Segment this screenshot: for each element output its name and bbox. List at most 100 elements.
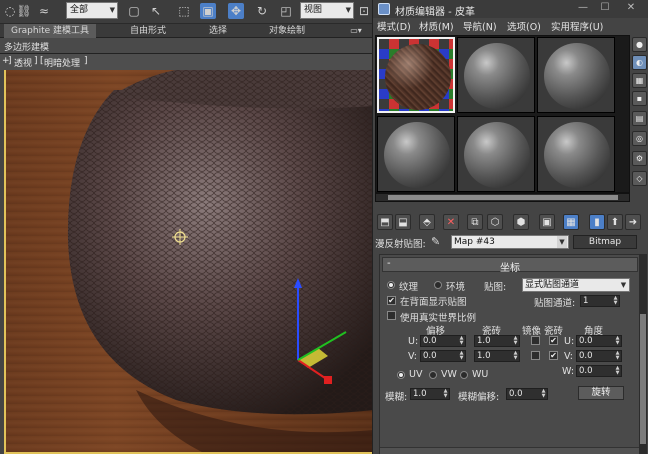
- u-mirror-checkbox[interactable]: [531, 336, 540, 345]
- spinner-arrows-icon[interactable]: ▲ ▼: [512, 336, 519, 346]
- u-offset-spinner[interactable]: 0.0 ▲ ▼: [420, 335, 466, 347]
- u-tiling-spinner[interactable]: 1.0 ▲ ▼: [474, 335, 520, 347]
- sample-slot-6[interactable]: [537, 116, 615, 192]
- put-to-library-icon[interactable]: ⬢: [513, 214, 529, 230]
- show-on-back-checkbox[interactable]: ✔: [387, 296, 396, 305]
- v-angle-spinner[interactable]: 0.0 ▲ ▼: [576, 350, 622, 362]
- mapping-dropdown[interactable]: 显式贴图通道 ▼: [522, 278, 630, 292]
- show-map-in-viewport-icon[interactable]: ▦: [563, 214, 579, 230]
- reset-map-icon[interactable]: ✕: [443, 214, 459, 230]
- sample-slot-2[interactable]: [457, 37, 535, 113]
- map-channel-spinner[interactable]: 1 ▲ ▼: [580, 295, 620, 307]
- rollout-scrollbar[interactable]: [639, 254, 647, 454]
- spinner-arrows-icon[interactable]: ▲ ▼: [512, 351, 519, 361]
- blur-offset-spinner[interactable]: 0.0 ▲ ▼: [506, 388, 548, 400]
- show-end-result-icon[interactable]: ▮: [589, 214, 605, 230]
- make-unique-icon[interactable]: ⬡: [487, 214, 503, 230]
- sample-slot-1[interactable]: [377, 37, 455, 113]
- selection-filter-value: 全部: [70, 5, 89, 15]
- chevron-down-icon[interactable]: ▼: [557, 236, 567, 248]
- sample-slot-4[interactable]: [377, 116, 455, 192]
- menu-material[interactable]: 材质(M): [419, 19, 454, 33]
- blur-spinner[interactable]: 1.0 ▲ ▼: [410, 388, 450, 400]
- spinner-arrows-icon[interactable]: ▲ ▼: [442, 389, 449, 399]
- link-icon[interactable]: ⛓: [16, 3, 32, 19]
- tab-selection[interactable]: 选择: [196, 24, 240, 38]
- spinner-arrows-icon[interactable]: ▲ ▼: [458, 351, 465, 361]
- move-icon[interactable]: ✥: [228, 3, 244, 19]
- spinner-arrows-icon[interactable]: ▲ ▼: [614, 366, 621, 376]
- polygon-modeling-panel[interactable]: 多边形建模: [4, 40, 49, 53]
- selection-filter-dropdown[interactable]: 全部 ▼: [66, 2, 118, 19]
- rotate-icon[interactable]: ↻: [254, 3, 270, 19]
- put-to-scene-icon[interactable]: ⬓: [395, 214, 411, 230]
- sample-type-icon[interactable]: ●: [632, 37, 647, 52]
- rollout-header[interactable]: - 坐标: [382, 257, 638, 274]
- wu-radio[interactable]: [460, 371, 468, 379]
- get-material-icon[interactable]: ⬒: [377, 214, 393, 230]
- go-to-parent-icon[interactable]: ⬆: [607, 214, 623, 230]
- make-preview-icon[interactable]: ◎: [632, 131, 647, 146]
- bind-space-warp-icon[interactable]: ≈: [36, 3, 52, 19]
- menu-modes[interactable]: 模式(D): [377, 19, 411, 33]
- map-name-field[interactable]: Map #43 ▼: [451, 235, 569, 249]
- select-by-name-icon[interactable]: ↖: [148, 3, 164, 19]
- slots-horizontal-scrollbar[interactable]: [375, 193, 630, 202]
- minimize-icon[interactable]: —: [577, 2, 589, 14]
- eyedropper-icon[interactable]: ✎: [431, 235, 440, 248]
- select-by-material-icon[interactable]: ◇: [632, 171, 647, 186]
- u-angle-spinner[interactable]: 0.0 ▲ ▼: [576, 335, 622, 347]
- texture-radio[interactable]: [387, 281, 395, 289]
- map-type-button[interactable]: Bitmap: [573, 235, 637, 249]
- options-icon[interactable]: ⚙: [632, 151, 647, 166]
- v-offset-spinner[interactable]: 0.0 ▲ ▼: [420, 350, 466, 362]
- viewport-shading-label[interactable]: 明暗处理: [44, 56, 80, 69]
- spinner-arrows-icon[interactable]: ▲ ▼: [612, 296, 619, 306]
- scroll-thumb[interactable]: [388, 195, 618, 200]
- vw-radio[interactable]: [429, 371, 437, 379]
- ribbon-options-icon[interactable]: ▭▾: [344, 24, 368, 38]
- sample-uv-tiling-icon[interactable]: ▪: [632, 91, 647, 106]
- spinner-arrows-icon[interactable]: ▲ ▼: [458, 336, 465, 346]
- spinner-arrows-icon[interactable]: ▲ ▼: [614, 351, 621, 361]
- background-icon[interactable]: ▦: [632, 73, 647, 88]
- backlight-icon[interactable]: ◐: [632, 55, 647, 70]
- make-copy-icon[interactable]: ⧉: [467, 214, 483, 230]
- next-rollout-header[interactable]: [380, 447, 640, 454]
- environ-radio[interactable]: [434, 281, 442, 289]
- select-object-icon[interactable]: ▢: [126, 3, 142, 19]
- assign-to-selection-icon[interactable]: ⬘: [419, 214, 435, 230]
- ref-coord-dropdown[interactable]: 视图 ▼: [300, 2, 354, 19]
- menu-navigation[interactable]: 导航(N): [463, 19, 497, 33]
- pivot-icon[interactable]: ⊡: [356, 3, 372, 19]
- perspective-viewport[interactable]: [4, 70, 372, 454]
- tab-object-paint[interactable]: 对象绘制: [258, 24, 316, 38]
- v-tile-checkbox[interactable]: ✔: [549, 351, 558, 360]
- scale-icon[interactable]: ◰: [278, 3, 294, 19]
- viewport-pov-label[interactable]: 透视: [14, 56, 32, 69]
- spinner-arrows-icon[interactable]: ▲ ▼: [614, 336, 621, 346]
- go-forward-sibling-icon[interactable]: ➜: [625, 214, 641, 230]
- scroll-thumb[interactable]: [640, 314, 646, 444]
- maximize-icon[interactable]: ☐: [599, 2, 611, 14]
- video-color-check-icon[interactable]: ▤: [632, 111, 647, 126]
- material-id-icon[interactable]: ▣: [539, 214, 555, 230]
- real-world-checkbox[interactable]: [387, 311, 396, 320]
- sample-sphere: [544, 43, 610, 109]
- window-crossing-icon[interactable]: ▣: [200, 3, 216, 19]
- v-tiling-spinner[interactable]: 1.0 ▲ ▼: [474, 350, 520, 362]
- tab-graphite[interactable]: Graphite 建模工具: [4, 24, 96, 38]
- sample-slot-5[interactable]: [457, 116, 535, 192]
- uv-radio[interactable]: [397, 371, 405, 379]
- rotate-button[interactable]: 旋转: [578, 386, 624, 400]
- menu-options[interactable]: 选项(O): [507, 19, 541, 33]
- v-mirror-checkbox[interactable]: [531, 351, 540, 360]
- spinner-arrows-icon[interactable]: ▲ ▼: [540, 389, 547, 399]
- rect-selection-icon[interactable]: ⬚: [176, 3, 192, 19]
- tab-freeform[interactable]: 自由形式: [116, 24, 180, 38]
- close-icon[interactable]: ✕: [625, 2, 637, 14]
- w-angle-spinner[interactable]: 0.0 ▲ ▼: [576, 365, 622, 377]
- u-tile-checkbox[interactable]: ✔: [549, 336, 558, 345]
- sample-slot-3[interactable]: [537, 37, 615, 113]
- menu-utilities[interactable]: 实用程序(U): [551, 19, 603, 33]
